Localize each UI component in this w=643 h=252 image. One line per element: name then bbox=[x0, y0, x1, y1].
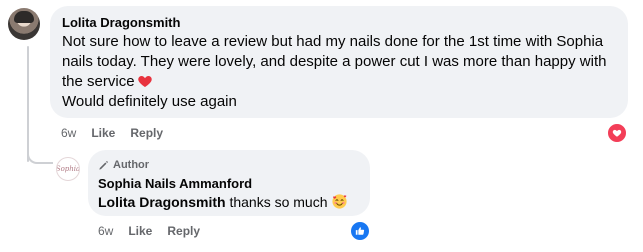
reply-author-name[interactable]: Sophia Nails Ammanford bbox=[98, 176, 358, 192]
thumbs-up-icon bbox=[355, 227, 365, 235]
page-avatar-text: Sophia bbox=[56, 165, 80, 173]
heart-icon bbox=[612, 129, 622, 137]
reply-timestamp[interactable]: 6w bbox=[98, 223, 113, 239]
smiling-face-with-hearts-emoji-icon bbox=[331, 194, 347, 209]
comment-reply-button[interactable]: Reply bbox=[130, 125, 163, 141]
thread-connector-curve bbox=[27, 150, 53, 164]
mention-link[interactable]: Lolita Dragonsmith bbox=[98, 194, 226, 210]
author-badge: Author bbox=[98, 158, 358, 172]
reply-actions: 6w Like Reply bbox=[98, 223, 215, 239]
author-badge-label: Author bbox=[113, 159, 150, 171]
reply-like-button[interactable]: Like bbox=[128, 223, 152, 239]
pen-icon bbox=[99, 160, 108, 170]
reply-reply-button[interactable]: Reply bbox=[167, 223, 200, 239]
comment-author-name[interactable]: Lolita Dragonsmith bbox=[62, 15, 616, 31]
reply-text: Lolita Dragonsmith thanks so much bbox=[98, 193, 358, 212]
comment-like-button[interactable]: Like bbox=[91, 125, 115, 141]
page-avatar[interactable]: Sophia bbox=[56, 157, 80, 181]
reply-body: thanks so much bbox=[229, 194, 328, 210]
comment-body-line-2: Would definitely use again bbox=[62, 93, 237, 110]
thread-connector-line bbox=[27, 46, 29, 162]
commenter-avatar[interactable] bbox=[8, 8, 40, 40]
comment-actions: 6w Like Reply bbox=[61, 125, 178, 141]
comment-bubble: Lolita Dragonsmith Not sure how to leave… bbox=[50, 6, 628, 118]
comment-text: Not sure how to leave a review but had m… bbox=[62, 32, 616, 112]
like-reaction-icon[interactable] bbox=[349, 220, 371, 242]
comment-timestamp[interactable]: 6w bbox=[61, 125, 76, 141]
reply-bubble: Author Sophia Nails Ammanford Lolita Dra… bbox=[88, 150, 370, 216]
red-heart-emoji-icon bbox=[137, 76, 152, 87]
love-reaction-icon[interactable] bbox=[606, 122, 628, 144]
avatar-hair bbox=[14, 11, 34, 23]
